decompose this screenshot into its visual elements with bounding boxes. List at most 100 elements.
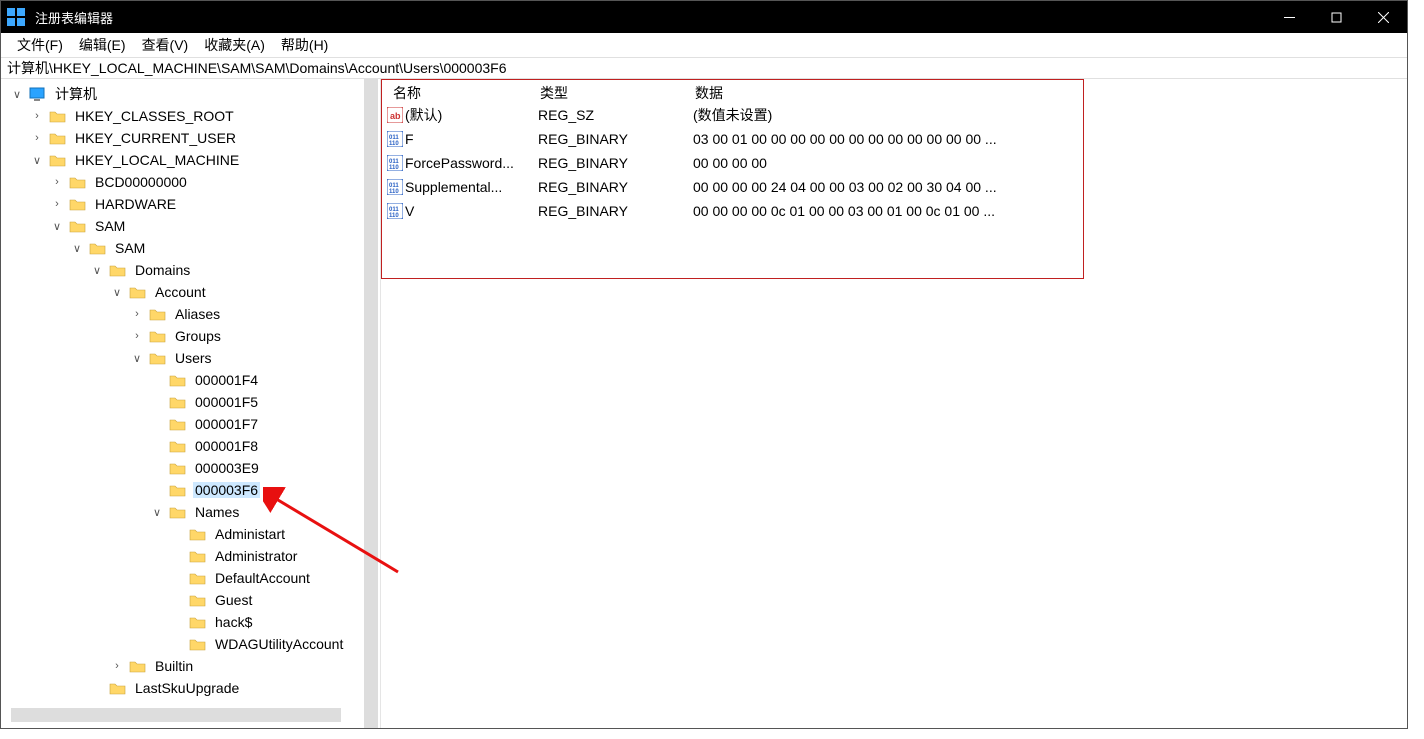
- reg-binary-icon: [385, 131, 405, 147]
- tree-node-3e9[interactable]: ·000003E9: [1, 457, 380, 479]
- value-type: REG_BINARY: [538, 131, 693, 147]
- folder-icon: [169, 505, 187, 519]
- tree-node-names-defaultaccount[interactable]: ·DefaultAccount: [1, 567, 380, 589]
- menu-view[interactable]: 查看(V): [134, 35, 197, 55]
- col-type[interactable]: 类型: [540, 83, 695, 103]
- value-name: F: [405, 131, 538, 147]
- tree-node-groups[interactable]: ›Groups: [1, 325, 380, 347]
- folder-icon: [169, 373, 187, 387]
- folder-icon: [129, 659, 147, 673]
- tree-horizontal-scrollbar[interactable]: [11, 708, 341, 722]
- folder-icon: [69, 197, 87, 211]
- col-name[interactable]: 名称: [385, 83, 540, 103]
- list-row[interactable]: VREG_BINARY00 00 00 00 0c 01 00 00 03 00…: [385, 199, 1397, 223]
- tree-node-bcd[interactable]: ›BCD00000000: [1, 171, 380, 193]
- menu-edit[interactable]: 编辑(E): [71, 35, 134, 55]
- value-type: REG_SZ: [538, 107, 693, 123]
- folder-icon: [169, 417, 187, 431]
- tree-node-names[interactable]: ∨Names: [1, 501, 380, 523]
- folder-icon: [69, 219, 87, 233]
- tree-node-lastsku[interactable]: ·LastSkuUpgrade: [1, 677, 380, 699]
- tree-node-names-wdag[interactable]: ·WDAGUtilityAccount: [1, 633, 380, 655]
- value-name: V: [405, 203, 538, 219]
- folder-icon: [109, 263, 127, 277]
- reg-sz-icon: [385, 107, 405, 123]
- tree-node-hklm[interactable]: ∨HKEY_LOCAL_MACHINE: [1, 149, 380, 171]
- menu-help[interactable]: 帮助(H): [273, 35, 336, 55]
- folder-icon: [109, 681, 127, 695]
- tree-node-hardware[interactable]: ›HARDWARE: [1, 193, 380, 215]
- tree-node-1f4[interactable]: ·000001F4: [1, 369, 380, 391]
- folder-icon: [189, 571, 207, 585]
- folder-icon: [169, 483, 187, 497]
- address-bar[interactable]: 计算机\HKEY_LOCAL_MACHINE\SAM\SAM\Domains\A…: [1, 57, 1407, 79]
- reg-binary-icon: [385, 179, 405, 195]
- folder-icon: [69, 175, 87, 189]
- tree-node-computer[interactable]: ∨计算机: [1, 83, 380, 105]
- folder-icon: [49, 109, 67, 123]
- tree-node-3f6[interactable]: ·000003F6: [1, 479, 380, 501]
- app-icon: [7, 8, 25, 26]
- window-title: 注册表编辑器: [35, 8, 1266, 27]
- tree-node-names-guest[interactable]: ·Guest: [1, 589, 380, 611]
- list-row[interactable]: ForcePassword...REG_BINARY00 00 00 00: [385, 151, 1397, 175]
- value-name: Supplemental...: [405, 179, 538, 195]
- tree-pane[interactable]: ∨计算机 ›HKEY_CLASSES_ROOT ›HKEY_CURRENT_US…: [1, 79, 381, 728]
- folder-icon: [189, 637, 207, 651]
- folder-icon: [89, 241, 107, 255]
- list-row[interactable]: (默认)REG_SZ(数值未设置): [385, 103, 1397, 127]
- value-name: (默认): [405, 105, 538, 125]
- value-data: (数值未设置): [693, 105, 1397, 125]
- menu-file[interactable]: 文件(F): [9, 35, 71, 55]
- folder-icon: [149, 329, 167, 343]
- list-header: 名称 类型 数据: [385, 83, 1397, 103]
- maximize-button[interactable]: [1313, 1, 1360, 33]
- folder-icon: [49, 131, 67, 145]
- computer-icon: [29, 87, 47, 101]
- reg-binary-icon: [385, 155, 405, 171]
- tree-node-builtin[interactable]: ›Builtin: [1, 655, 380, 677]
- folder-icon: [169, 395, 187, 409]
- tree-node-1f7[interactable]: ·000001F7: [1, 413, 380, 435]
- folder-icon: [189, 549, 207, 563]
- content: ∨计算机 ›HKEY_CLASSES_ROOT ›HKEY_CURRENT_US…: [1, 79, 1407, 728]
- folder-icon: [169, 461, 187, 475]
- window-controls: [1266, 1, 1407, 33]
- value-data: 03 00 01 00 00 00 00 00 00 00 00 00 00 0…: [693, 131, 1397, 147]
- value-data: 00 00 00 00 24 04 00 00 03 00 02 00 30 0…: [693, 179, 1397, 195]
- list-rows: (默认)REG_SZ(数值未设置)FREG_BINARY03 00 01 00 …: [385, 103, 1397, 223]
- reg-binary-icon: [385, 203, 405, 219]
- list-row[interactable]: Supplemental...REG_BINARY00 00 00 00 24 …: [385, 175, 1397, 199]
- value-type: REG_BINARY: [538, 179, 693, 195]
- col-data[interactable]: 数据: [695, 83, 1397, 103]
- tree-node-domains[interactable]: ∨Domains: [1, 259, 380, 281]
- folder-icon: [189, 593, 207, 607]
- folder-icon: [189, 615, 207, 629]
- tree-node-names-administart[interactable]: ·Administart: [1, 523, 380, 545]
- tree-node-hkcr[interactable]: ›HKEY_CLASSES_ROOT: [1, 105, 380, 127]
- value-data: 00 00 00 00: [693, 155, 1397, 171]
- tree-node-users[interactable]: ∨Users: [1, 347, 380, 369]
- tree-node-hkcu[interactable]: ›HKEY_CURRENT_USER: [1, 127, 380, 149]
- menubar: 文件(F) 编辑(E) 查看(V) 收藏夹(A) 帮助(H): [1, 33, 1407, 57]
- tree-node-names-hack[interactable]: ·hack$: [1, 611, 380, 633]
- registry-editor-window: 注册表编辑器 文件(F) 编辑(E) 查看(V) 收藏夹(A) 帮助(H) 计算…: [0, 0, 1408, 729]
- tree-node-names-administrator[interactable]: ·Administrator: [1, 545, 380, 567]
- tree-vertical-scrollbar[interactable]: [364, 79, 378, 728]
- close-button[interactable]: [1360, 1, 1407, 33]
- tree-node-aliases[interactable]: ›Aliases: [1, 303, 380, 325]
- tree-node-1f8[interactable]: ·000001F8: [1, 435, 380, 457]
- address-text: 计算机\HKEY_LOCAL_MACHINE\SAM\SAM\Domains\A…: [7, 58, 507, 78]
- list-row[interactable]: FREG_BINARY03 00 01 00 00 00 00 00 00 00…: [385, 127, 1397, 151]
- value-data: 00 00 00 00 0c 01 00 00 03 00 01 00 0c 0…: [693, 203, 1397, 219]
- menu-fav[interactable]: 收藏夹(A): [196, 35, 273, 55]
- values-pane[interactable]: 名称 类型 数据 (默认)REG_SZ(数值未设置)FREG_BINARY03 …: [381, 79, 1407, 728]
- folder-icon: [49, 153, 67, 167]
- minimize-button[interactable]: [1266, 1, 1313, 33]
- tree-node-account[interactable]: ∨Account: [1, 281, 380, 303]
- folder-icon: [149, 307, 167, 321]
- tree-node-sam[interactable]: ∨SAM: [1, 215, 380, 237]
- folder-icon: [129, 285, 147, 299]
- tree-node-1f5[interactable]: ·000001F5: [1, 391, 380, 413]
- tree-node-sam-sam[interactable]: ∨SAM: [1, 237, 380, 259]
